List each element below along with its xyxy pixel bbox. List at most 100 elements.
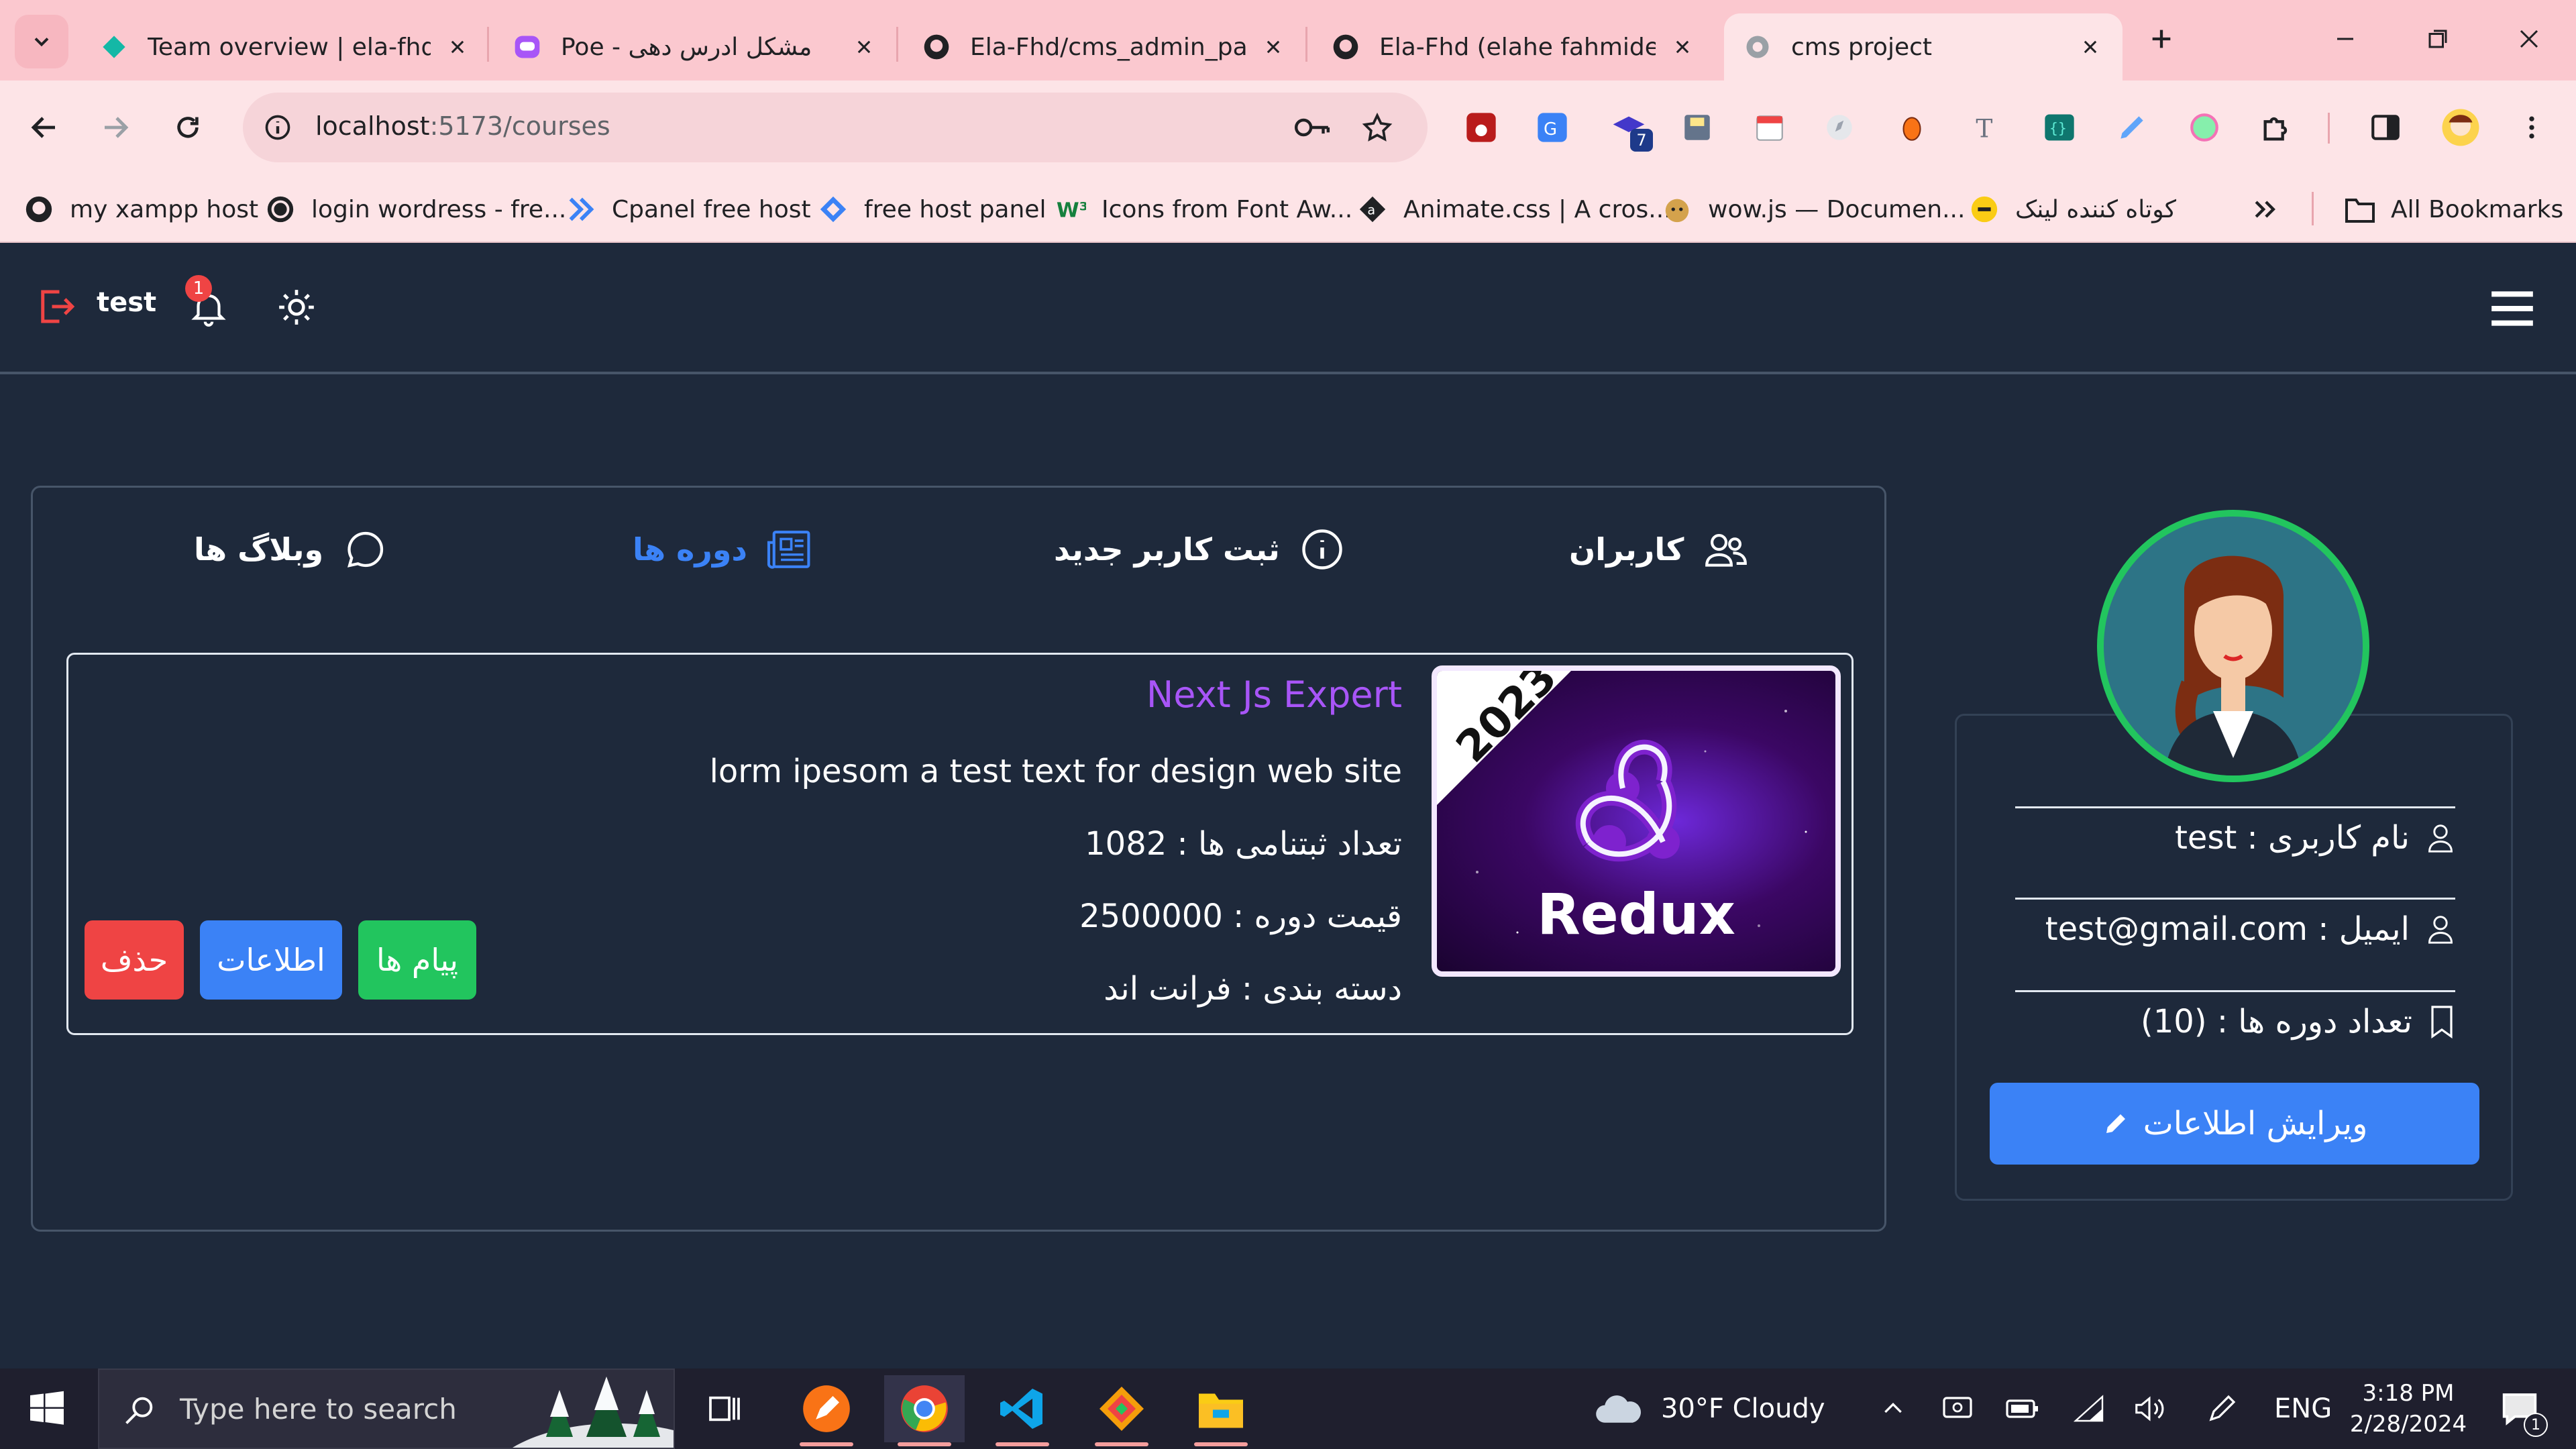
address-bar[interactable]: localhost:5173/courses xyxy=(243,93,1428,162)
toolbar-divider xyxy=(2328,113,2330,144)
extension-hat-icon[interactable]: 7 xyxy=(1607,106,1653,152)
taskbar-app-git[interactable] xyxy=(1081,1375,1162,1446)
extension-pen-icon[interactable] xyxy=(2110,106,2153,149)
taskbar-app-vscode[interactable] xyxy=(982,1375,1063,1446)
show-hidden-icons-button[interactable] xyxy=(1873,1368,1913,1449)
w3-icon: W³ xyxy=(1055,193,1087,225)
browser-tab-cms-project[interactable]: cms project xyxy=(1724,13,2123,80)
nav-tab-courses[interactable]: دوره ها xyxy=(633,523,813,576)
url-path: :5173/courses xyxy=(429,111,610,141)
key-icon[interactable] xyxy=(1293,113,1331,142)
taskbar-app-explorer[interactable] xyxy=(1181,1375,1261,1446)
profile-avatar-icon[interactable] xyxy=(2439,106,2482,149)
extension-color-icon[interactable] xyxy=(2183,106,2226,149)
action-center-button[interactable]: 1 xyxy=(2493,1368,2548,1449)
tray-wifi-icon[interactable] xyxy=(2069,1368,2109,1449)
nav-tab-label: وبلاگ ها xyxy=(194,531,324,568)
close-icon[interactable] xyxy=(1669,34,1696,60)
cloud-icon xyxy=(1596,1395,1641,1423)
close-icon[interactable] xyxy=(851,34,877,60)
all-bookmarks-button[interactable]: All Bookmarks xyxy=(2344,191,2563,228)
back-button[interactable] xyxy=(17,101,71,154)
extension-compass-icon[interactable] xyxy=(1818,106,1861,149)
browser-tab-github-profile[interactable]: Ela-Fhd (elahe fahmideh) xyxy=(1312,13,1715,80)
bookmark-wordpress[interactable]: login wordress - fre... xyxy=(264,191,566,228)
close-window-button[interactable] xyxy=(2509,19,2549,59)
taskbar-search-box[interactable]: Type here to search xyxy=(98,1368,675,1449)
browser-menu-icon[interactable] xyxy=(2510,106,2553,149)
edit-profile-button[interactable]: ویرایش اطلاعات xyxy=(1990,1083,2479,1165)
menu-button[interactable] xyxy=(2487,288,2537,329)
extension-egg-icon[interactable] xyxy=(1890,106,1933,149)
extension-badge: 7 xyxy=(1630,129,1653,152)
restore-button[interactable] xyxy=(2418,19,2458,59)
delete-button[interactable]: حذف xyxy=(85,920,184,1000)
bookmark-label: login wordress - fre... xyxy=(311,195,567,223)
diamond-favicon-icon xyxy=(99,32,129,62)
windows-logo-icon xyxy=(30,1391,64,1425)
theme-toggle-button[interactable] xyxy=(275,286,318,329)
bookmark-label: Animate.css | A cros... xyxy=(1403,195,1672,223)
doge-icon xyxy=(1661,193,1693,225)
tab-title: Ela-Fhd (elahe fahmideh) xyxy=(1379,33,1656,61)
extension-save-icon[interactable] xyxy=(1676,106,1719,149)
close-icon[interactable] xyxy=(2077,34,2104,60)
bookmark-wowjs[interactable]: wow.js — Documen... xyxy=(1661,191,1965,228)
tab-search-button[interactable] xyxy=(15,15,68,68)
clock[interactable]: 3:18 PM 2/28/2024 xyxy=(2348,1378,2469,1440)
reload-button[interactable] xyxy=(161,101,215,154)
messages-button[interactable]: پیام ها xyxy=(358,920,476,1000)
svg-text:W³: W³ xyxy=(1057,199,1086,223)
task-view-button[interactable] xyxy=(684,1375,765,1442)
bookmark-cpanel[interactable]: Cpanel free host xyxy=(565,191,811,228)
notification-badge: 1 xyxy=(185,275,212,302)
language-indicator[interactable]: ENG xyxy=(2274,1368,2332,1449)
tray-pen-icon[interactable] xyxy=(2202,1368,2242,1449)
taskbar-app-chrome[interactable] xyxy=(884,1375,965,1446)
extension-paw-icon[interactable] xyxy=(1460,106,1503,149)
git-gui-icon xyxy=(1099,1387,1144,1431)
bookmark-animate[interactable]: a Animate.css | A cros... xyxy=(1356,191,1672,228)
close-icon[interactable] xyxy=(444,34,471,60)
tray-display-icon[interactable] xyxy=(1937,1368,1978,1449)
new-tab-button[interactable] xyxy=(2141,19,2182,59)
taskbar-app-sketch[interactable] xyxy=(786,1375,867,1446)
info-button[interactable]: اطلاعات xyxy=(200,920,342,1000)
browser-tab-team-overview[interactable]: Team overview | ela-fhd | xyxy=(80,13,490,80)
star-icon[interactable] xyxy=(1360,111,1394,145)
minimize-button[interactable] xyxy=(2325,19,2365,59)
close-icon xyxy=(2520,30,2538,48)
bookmark-xampp[interactable]: my xampp host xyxy=(23,191,258,228)
extensions-puzzle-icon[interactable] xyxy=(2255,106,2298,149)
close-icon[interactable] xyxy=(1260,34,1287,60)
extension-text-icon[interactable]: T xyxy=(1964,106,2007,149)
nav-tab-users[interactable]: کاربران xyxy=(1569,523,1750,576)
extension-translate-icon[interactable]: G xyxy=(1531,106,1574,149)
weather-widget[interactable]: 30°F Cloudy xyxy=(1593,1368,1825,1449)
bookmark-font-awesome[interactable]: W³ Icons from Font Aw... xyxy=(1055,191,1352,228)
nav-tab-register-user[interactable]: ثبت کاربر جدید xyxy=(1054,523,1346,576)
site-info-icon[interactable] xyxy=(263,113,292,142)
profile-username-row: نام کاربری : test xyxy=(2015,806,2455,867)
bookmark-link-shortener[interactable]: کوتاه کننده لینک xyxy=(1968,191,2176,228)
browser-tab-poe[interactable]: Poe - مشکل ادرس دهی xyxy=(494,13,896,80)
bookmark-free-host-panel[interactable]: free host panel xyxy=(817,191,1046,228)
extension-calendar-icon[interactable] xyxy=(1748,106,1791,149)
extension-json-icon[interactable]: {} xyxy=(2038,106,2081,149)
nav-tab-label: ثبت کاربر جدید xyxy=(1054,531,1280,568)
side-panel-icon[interactable] xyxy=(2364,106,2407,149)
action-center-badge: 1 xyxy=(2524,1413,2548,1437)
tray-battery-icon[interactable] xyxy=(2002,1368,2042,1449)
bookmarks-overflow-button[interactable] xyxy=(2250,191,2279,228)
bookmark-divider xyxy=(2312,192,2314,225)
logout-button[interactable] xyxy=(34,284,78,329)
browser-tab-github-cms[interactable]: Ela-Fhd/cms_admin_pane xyxy=(903,13,1305,80)
nav-tab-label: دوره ها xyxy=(633,531,748,568)
plus-icon xyxy=(2152,30,2171,48)
start-button[interactable] xyxy=(27,1389,67,1429)
folder-icon xyxy=(2344,193,2376,225)
nav-tab-blogs[interactable]: وبلاگ ها xyxy=(194,523,389,576)
bookmark-label: Icons from Font Aw... xyxy=(1102,195,1353,223)
forward-button[interactable] xyxy=(89,101,142,154)
tray-volume-icon[interactable] xyxy=(2129,1368,2169,1449)
